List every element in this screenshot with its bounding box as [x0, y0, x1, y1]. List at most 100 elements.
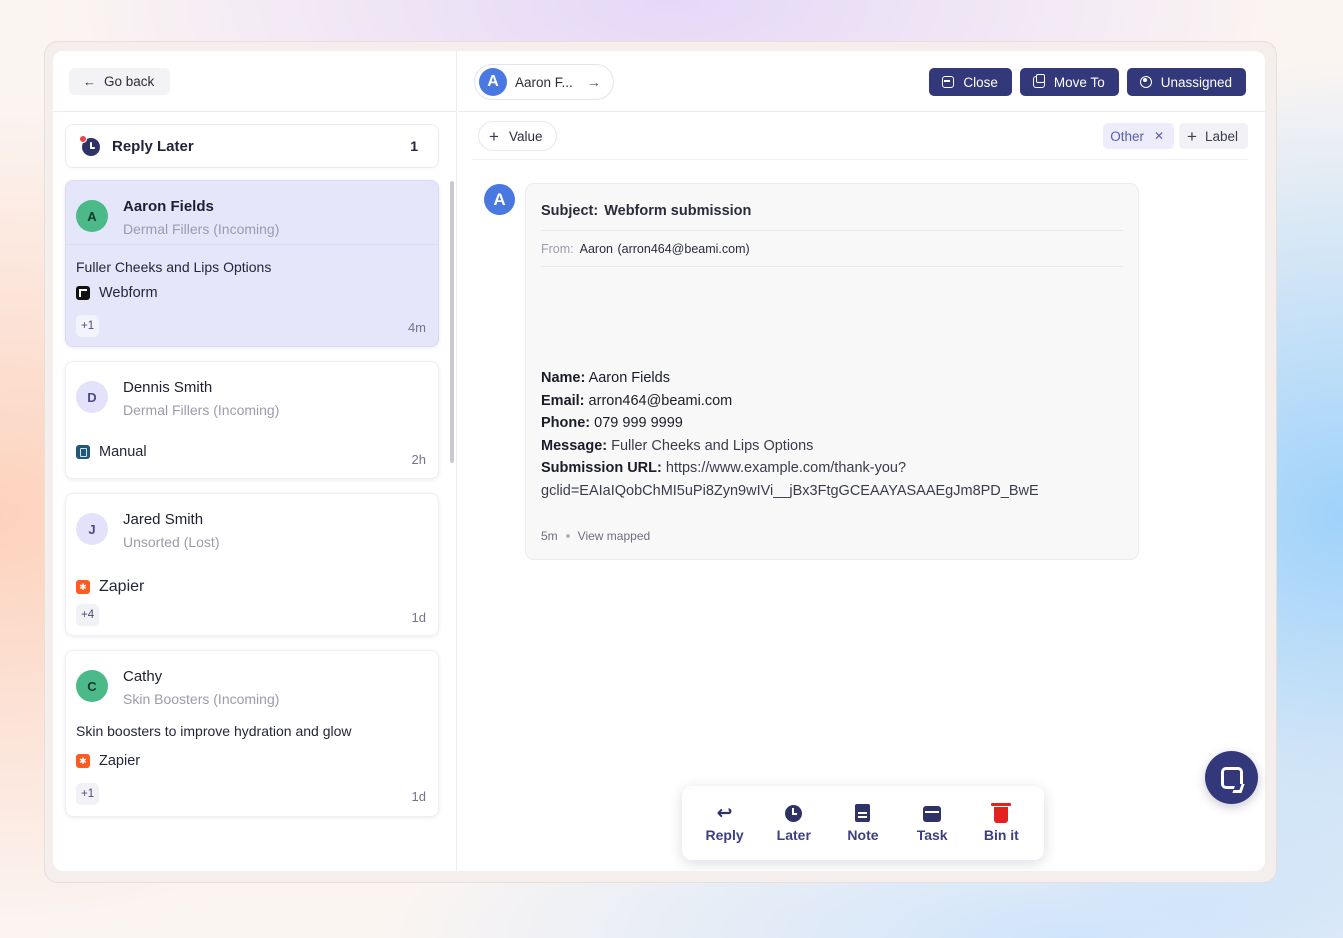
- go-back-button[interactable]: ← Go back: [69, 68, 171, 95]
- add-label-button[interactable]: + Label: [1179, 123, 1248, 149]
- url-value-continued[interactable]: gclid=EAIaIQobChMI5uPi8Zyn9wIVi__jBx3Ftg…: [541, 480, 1039, 503]
- subject-text: Webform submission: [604, 203, 752, 219]
- clock-icon: [79, 135, 100, 156]
- conversation-card-jared[interactable]: J Jared Smith Unsorted (Lost) Zapier +4 …: [65, 493, 439, 636]
- close-icon[interactable]: ✕: [1154, 129, 1164, 143]
- source-label: Webform: [99, 285, 158, 301]
- reply-icon: ↩: [716, 802, 733, 824]
- note-button[interactable]: Note: [832, 803, 894, 843]
- contact-name: Cathy: [123, 668, 163, 685]
- divider: [541, 266, 1123, 267]
- email-body: Name: Aaron Fields Email: arron464@beami…: [541, 367, 1039, 502]
- view-mapped-link[interactable]: View mapped: [578, 529, 651, 543]
- reply-button[interactable]: ↩ Reply: [694, 802, 756, 844]
- field-label: Message:: [541, 437, 608, 454]
- from-prefix: From:: [541, 242, 574, 256]
- notification-dot: [79, 135, 87, 143]
- chat-widget-button[interactable]: [1205, 751, 1258, 804]
- field-value: Fuller Cheeks and Lips Options: [611, 437, 814, 454]
- avatar: J: [76, 513, 108, 545]
- extra-count-badge: +1: [76, 315, 100, 337]
- assign-button[interactable]: Unassigned: [1126, 68, 1246, 96]
- conversation-card-aaron[interactable]: A Aaron Fields Dermal Fillers (Incoming)…: [65, 180, 439, 347]
- time-ago: 2h: [411, 452, 426, 467]
- task-button[interactable]: Task: [901, 803, 963, 843]
- bin-label: Bin it: [983, 827, 1019, 843]
- field-label: Phone:: [541, 415, 591, 431]
- reply-later-folder[interactable]: Reply Later 1: [65, 124, 439, 168]
- pipeline-stage: Skin Boosters (Incoming): [123, 691, 280, 707]
- later-button[interactable]: Later: [763, 803, 825, 843]
- fields-row: + Value Other ✕ + Label: [472, 112, 1248, 160]
- move-to-label: Move To: [1053, 74, 1105, 90]
- folder-count: 1: [410, 138, 418, 154]
- source: Zapier: [76, 578, 144, 596]
- email-from: From: Aaron (arron464@beami.com): [541, 242, 750, 256]
- manual-icon: [76, 445, 90, 459]
- email-time: 5m: [541, 529, 558, 543]
- card-header: A Aaron Fields Dermal Fillers (Incoming): [76, 198, 279, 237]
- avatar: A: [76, 200, 108, 232]
- bin-button[interactable]: Bin it: [970, 802, 1032, 843]
- user-circle-icon: [1139, 76, 1152, 88]
- move-to-button[interactable]: Move To: [1019, 68, 1119, 96]
- trash-icon: [991, 802, 1012, 823]
- close-button[interactable]: Close: [929, 68, 1012, 96]
- time-ago: 1d: [411, 789, 426, 804]
- label-button-text: Label: [1204, 128, 1238, 144]
- sender-avatar: A: [484, 184, 515, 215]
- field-label: Submission URL:: [541, 460, 662, 476]
- contact-name: Dennis Smith: [123, 379, 213, 396]
- zapier-icon: [76, 754, 90, 768]
- contact-pill[interactable]: A Aaron F... →: [474, 64, 614, 100]
- go-back-label: Go back: [104, 74, 155, 89]
- card-header: J Jared Smith Unsorted (Lost): [76, 511, 219, 550]
- extra-count-badge: +4: [76, 604, 100, 626]
- zapier-icon: [76, 580, 90, 594]
- source: Manual: [76, 444, 147, 460]
- field-value: Aaron Fields: [588, 370, 670, 386]
- arrow-left-icon: ←: [83, 74, 96, 89]
- avatar: C: [76, 670, 108, 702]
- source: Zapier: [76, 753, 140, 769]
- extra-count-badge: +1: [76, 783, 100, 805]
- conversation-card-cathy[interactable]: C Cathy Skin Boosters (Incoming) Skin bo…: [65, 650, 439, 817]
- webform-icon: [76, 286, 90, 300]
- email-subject: Subject: Webform submission: [541, 203, 751, 219]
- plus-icon: +: [489, 126, 499, 146]
- task-label: Task: [916, 827, 948, 843]
- subject-prefix: Subject:: [541, 203, 599, 219]
- time-ago: 1d: [411, 610, 426, 625]
- arrow-right-icon: →: [586, 74, 601, 90]
- pipeline-stage: Dermal Fillers (Incoming): [123, 221, 280, 237]
- conversation-list-panel: ← Go back Reply Later 1 A Aaron Fields D…: [53, 51, 457, 871]
- calendar-icon: [923, 806, 942, 822]
- card-header: D Dennis Smith Dermal Fillers (Incoming): [76, 379, 279, 418]
- contact-name: Aaron Fields: [123, 198, 214, 215]
- plus-icon: +: [1187, 126, 1197, 146]
- conversation-card-dennis[interactable]: D Dennis Smith Dermal Fillers (Incoming)…: [65, 361, 439, 479]
- add-value-button[interactable]: + Value: [478, 121, 558, 151]
- value-label: Value: [508, 128, 543, 144]
- later-label: Later: [776, 827, 811, 843]
- conversation-detail-panel: A Aaron F... → Close Move To Unassigned …: [458, 51, 1265, 871]
- clock-icon: [785, 804, 803, 822]
- time-ago: 4m: [407, 320, 426, 335]
- contact-avatar: A: [479, 68, 507, 96]
- folder-label: Reply Later: [112, 137, 194, 155]
- from-address: (arron464@beami.com): [617, 242, 750, 256]
- pipeline-stage: Unsorted (Lost): [123, 534, 220, 550]
- field-label: Email:: [541, 392, 585, 409]
- url-value[interactable]: https://www.example.com/thank-you?: [666, 460, 906, 476]
- tag-label: Other: [1110, 128, 1144, 144]
- separator-dot: [565, 534, 570, 538]
- header-actions: Close Move To Unassigned: [929, 68, 1246, 96]
- email-message: Subject: Webform submission From: Aaron (a…: [525, 183, 1139, 560]
- inbox-icon: [942, 76, 955, 88]
- tag-other[interactable]: Other ✕: [1103, 123, 1175, 149]
- tags: Other ✕ + Label: [1103, 123, 1248, 149]
- card-header: C Cathy Skin Boosters (Incoming): [76, 668, 279, 707]
- list-scrollbar[interactable]: [450, 181, 454, 463]
- app-frame: ← Go back Reply Later 1 A Aaron Fields D…: [44, 41, 1277, 883]
- close-label: Close: [963, 74, 998, 90]
